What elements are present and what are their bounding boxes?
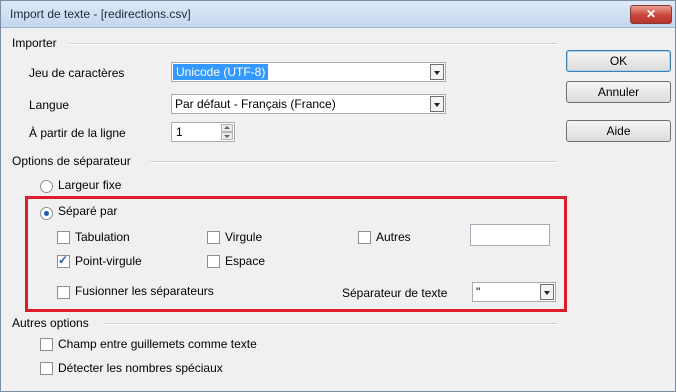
semicolon-checkbox[interactable] (57, 253, 70, 268)
text-delimiter-label: Séparateur de texte (342, 286, 448, 300)
spin-up-icon[interactable] (221, 124, 233, 132)
tab-checkbox[interactable] (57, 231, 70, 244)
detect-special-numbers-label: Détecter les nombres spéciaux (58, 361, 223, 375)
comma-checkbox[interactable] (207, 231, 220, 244)
fixed-width-radio[interactable] (40, 180, 53, 193)
help-button[interactable]: Aide (566, 120, 671, 142)
text-delimiter-dropdown[interactable]: " (472, 282, 556, 302)
semicolon-label: Point-virgule (75, 254, 142, 268)
close-button[interactable]: ✕ (630, 5, 672, 24)
chevron-down-icon[interactable] (430, 64, 444, 80)
other-separator-input[interactable] (470, 224, 550, 246)
charset-label: Jeu de caractères (29, 66, 125, 80)
window-title: Import de texte - [redirections.csv] (10, 7, 191, 21)
spin-down-icon[interactable] (221, 132, 233, 140)
chevron-down-icon[interactable] (540, 284, 554, 300)
other-options-divider (104, 323, 557, 325)
merge-delimiters-label: Fusionner les séparateurs (75, 284, 214, 298)
import-text-dialog: Import de texte - [redirections.csv] ✕ I… (0, 0, 676, 392)
language-value: Par défaut - Français (France) (175, 97, 336, 111)
tab-label: Tabulation (75, 230, 130, 244)
title-bar: Import de texte - [redirections.csv] ✕ (1, 1, 675, 28)
other-checkbox[interactable] (358, 231, 371, 244)
separator-divider (150, 161, 557, 163)
other-options-section-title: Autres options (12, 316, 89, 330)
separated-by-radio[interactable] (40, 207, 53, 220)
charset-dropdown[interactable]: Unicode (UTF-8) (171, 62, 446, 82)
detect-special-numbers-checkbox[interactable] (40, 362, 53, 375)
separated-by-label: Séparé par (58, 204, 118, 218)
from-line-stepper[interactable]: 1 (171, 122, 235, 142)
from-line-value: 1 (176, 125, 183, 139)
importer-divider (70, 43, 557, 45)
merge-delimiters-checkbox[interactable] (57, 286, 70, 299)
language-dropdown[interactable]: Par défaut - Français (France) (171, 94, 446, 114)
quoted-as-text-label: Champ entre guillemets comme texte (58, 337, 257, 351)
fixed-width-label: Largeur fixe (58, 178, 122, 192)
dialog-body: Importer Jeu de caractères Unicode (UTF-… (2, 28, 674, 390)
ok-button[interactable]: OK (566, 50, 671, 72)
space-label: Espace (225, 254, 266, 268)
chevron-down-icon[interactable] (430, 96, 444, 112)
text-delimiter-value: " (476, 285, 481, 299)
from-line-label: À partir de la ligne (29, 126, 126, 140)
space-checkbox[interactable] (207, 255, 220, 268)
importer-section-title: Importer (12, 36, 57, 50)
quoted-as-text-checkbox[interactable] (40, 338, 53, 351)
separator-section-title: Options de séparateur (12, 154, 131, 168)
other-label: Autres (376, 230, 411, 244)
charset-value: Unicode (UTF-8) (173, 64, 269, 80)
language-label: Langue (29, 98, 70, 112)
comma-label: Virgule (225, 230, 263, 244)
cancel-button[interactable]: Annuler (566, 81, 671, 103)
